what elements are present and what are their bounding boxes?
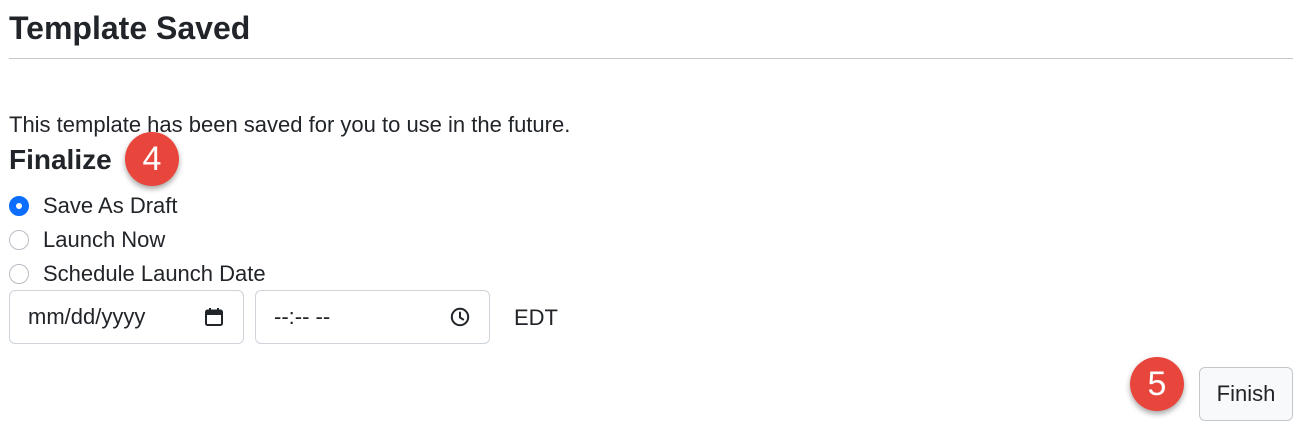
saved-message: This template has been saved for you to … (9, 112, 571, 137)
timezone-label: EDT (514, 305, 558, 330)
finalize-heading: Finalize (9, 144, 112, 175)
radio-label-save-as-draft: Save As Draft (43, 193, 178, 218)
radio-save-as-draft[interactable]: Save As Draft (9, 193, 178, 219)
clock-icon[interactable] (449, 306, 471, 328)
calendar-icon[interactable] (203, 306, 225, 328)
title-divider (9, 58, 1293, 59)
time-placeholder: --:-- -- (274, 304, 331, 329)
step-5-badge: 5 (1130, 357, 1184, 411)
finish-button[interactable]: Finish (1199, 367, 1293, 421)
page: Template Saved This template has been sa… (0, 0, 1312, 435)
radio-button-launch-now[interactable] (9, 230, 29, 250)
radio-label-launch-now: Launch Now (43, 227, 166, 252)
radio-button-schedule-launch-date[interactable] (9, 264, 29, 284)
radio-label-schedule-launch-date: Schedule Launch Date (43, 261, 266, 286)
radio-button-save-as-draft[interactable] (9, 196, 29, 216)
radio-launch-now[interactable]: Launch Now (9, 227, 165, 253)
launch-date-input[interactable]: mm/dd/yyyy (9, 290, 244, 344)
radio-schedule-launch-date[interactable]: Schedule Launch Date (9, 261, 266, 287)
launch-time-input[interactable]: --:-- -- (255, 290, 490, 344)
step-4-badge: 4 (125, 132, 179, 186)
page-title: Template Saved (9, 10, 251, 46)
date-placeholder: mm/dd/yyyy (28, 304, 146, 329)
